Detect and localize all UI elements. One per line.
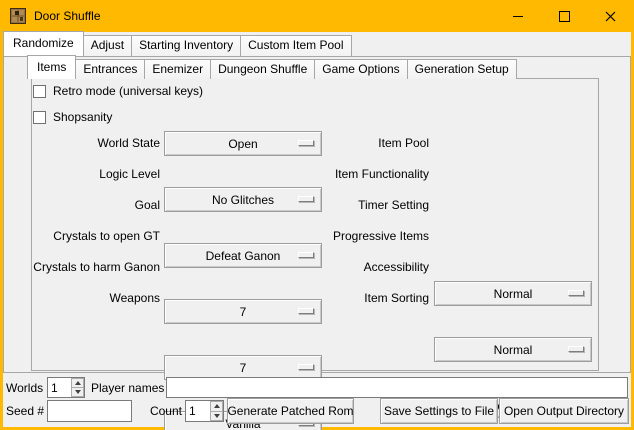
item-pool-dropdown[interactable]: Normal [434, 281, 592, 306]
tab-randomize[interactable]: Randomize [3, 31, 84, 56]
item-functionality-dropdown[interactable]: Normal [434, 337, 592, 362]
dropdown-indicator-icon [298, 140, 314, 146]
save-settings-button[interactable]: Save Settings to File [380, 398, 498, 424]
tab-game-options[interactable]: Game Options [314, 59, 407, 79]
goal-dropdown[interactable]: Defeat Ganon [164, 243, 322, 268]
retro-mode-checkbox[interactable]: Retro mode (universal keys) [33, 84, 203, 98]
dropdown-value: Normal [494, 343, 533, 357]
tab-dungeon-shuffle[interactable]: Dungeon Shuffle [210, 59, 315, 79]
tab-adjust[interactable]: Adjust [83, 35, 132, 56]
spin-down-icon[interactable] [71, 388, 84, 397]
spin-down-icon[interactable] [210, 412, 223, 422]
worlds-spinner[interactable] [47, 377, 85, 398]
seed-input[interactable] [47, 400, 132, 422]
accessibility-label: Accessibility [329, 255, 429, 280]
player-names-label: Player names [91, 377, 164, 399]
dropdown-value: Open [228, 137, 257, 151]
app-door-icon [10, 8, 26, 24]
spin-up-icon[interactable] [210, 401, 223, 412]
dropdown-indicator-icon [298, 196, 314, 202]
item-pool-label: Item Pool [329, 131, 429, 156]
worlds-input[interactable] [48, 378, 71, 397]
crystals-gt-dropdown[interactable]: 7 [164, 299, 322, 324]
open-output-directory-button[interactable]: Open Output Directory [499, 398, 629, 424]
checkbox-label: Retro mode (universal keys) [53, 84, 203, 98]
dropdown-value: 7 [240, 305, 247, 319]
dropdown-value: 7 [240, 361, 247, 375]
tab-custom-item-pool[interactable]: Custom Item Pool [240, 35, 351, 56]
logic-level-dropdown[interactable]: No Glitches [164, 187, 322, 212]
maximize-icon [559, 11, 570, 22]
checkbox-box[interactable] [33, 111, 46, 124]
progressive-items-label: Progressive Items [329, 224, 429, 249]
crystals-ganon-label: Crystals to harm Ganon [20, 255, 160, 280]
dropdown-value: No Glitches [212, 193, 274, 207]
seed-label: Seed # [6, 400, 44, 422]
item-functionality-label: Item Functionality [329, 162, 429, 187]
tab-generation-setup[interactable]: Generation Setup [407, 59, 517, 79]
item-sorting-label: Item Sorting [329, 286, 429, 311]
dropdown-indicator-icon [298, 364, 314, 370]
close-button[interactable] [587, 0, 633, 32]
door-shuffle-window: Door Shuffle Randomize Adjust Starting I… [0, 0, 634, 430]
shopsanity-checkbox[interactable]: Shopsanity [33, 110, 112, 124]
minimize-icon [513, 16, 523, 17]
timer-setting-label: Timer Setting [329, 193, 429, 218]
player-names-input[interactable] [166, 377, 628, 398]
checkbox-box[interactable] [33, 85, 46, 98]
crystals-gt-label: Crystals to open GT [20, 224, 160, 249]
world-state-dropdown[interactable]: Open [164, 131, 322, 156]
goal-label: Goal [20, 193, 160, 218]
dropdown-value: Defeat Ganon [206, 249, 281, 263]
dropdown-indicator-icon [568, 290, 584, 296]
tab-entrances[interactable]: Entrances [75, 59, 145, 79]
titlebar[interactable]: Door Shuffle [0, 0, 634, 32]
tab-starting-inventory[interactable]: Starting Inventory [131, 35, 241, 56]
main-tabs: Randomize Adjust Starting Inventory Cust… [3, 35, 352, 56]
minimize-button[interactable] [495, 0, 541, 32]
maximize-button[interactable] [541, 0, 587, 32]
checkbox-label: Shopsanity [53, 110, 112, 124]
world-state-label: World State [20, 131, 160, 156]
count-label: Count [142, 400, 182, 422]
generate-patched-rom-button[interactable]: Generate Patched Rom [227, 398, 354, 424]
dropdown-indicator-icon [298, 252, 314, 258]
worlds-label: Worlds [6, 377, 43, 399]
count-spinner[interactable] [185, 400, 224, 422]
tab-enemizer[interactable]: Enemizer [144, 59, 211, 79]
dropdown-indicator-icon [298, 308, 314, 314]
sub-tabs: Items Entrances Enemizer Dungeon Shuffle… [27, 59, 517, 79]
window-title: Door Shuffle [34, 0, 101, 32]
weapons-label: Weapons [20, 286, 160, 311]
tab-items[interactable]: Items [27, 55, 76, 79]
dropdown-value: Normal [494, 287, 533, 301]
count-input[interactable] [186, 401, 210, 421]
spin-up-icon[interactable] [71, 378, 84, 388]
logic-level-label: Logic Level [20, 162, 160, 187]
dropdown-indicator-icon [568, 346, 584, 352]
close-icon [605, 11, 616, 22]
